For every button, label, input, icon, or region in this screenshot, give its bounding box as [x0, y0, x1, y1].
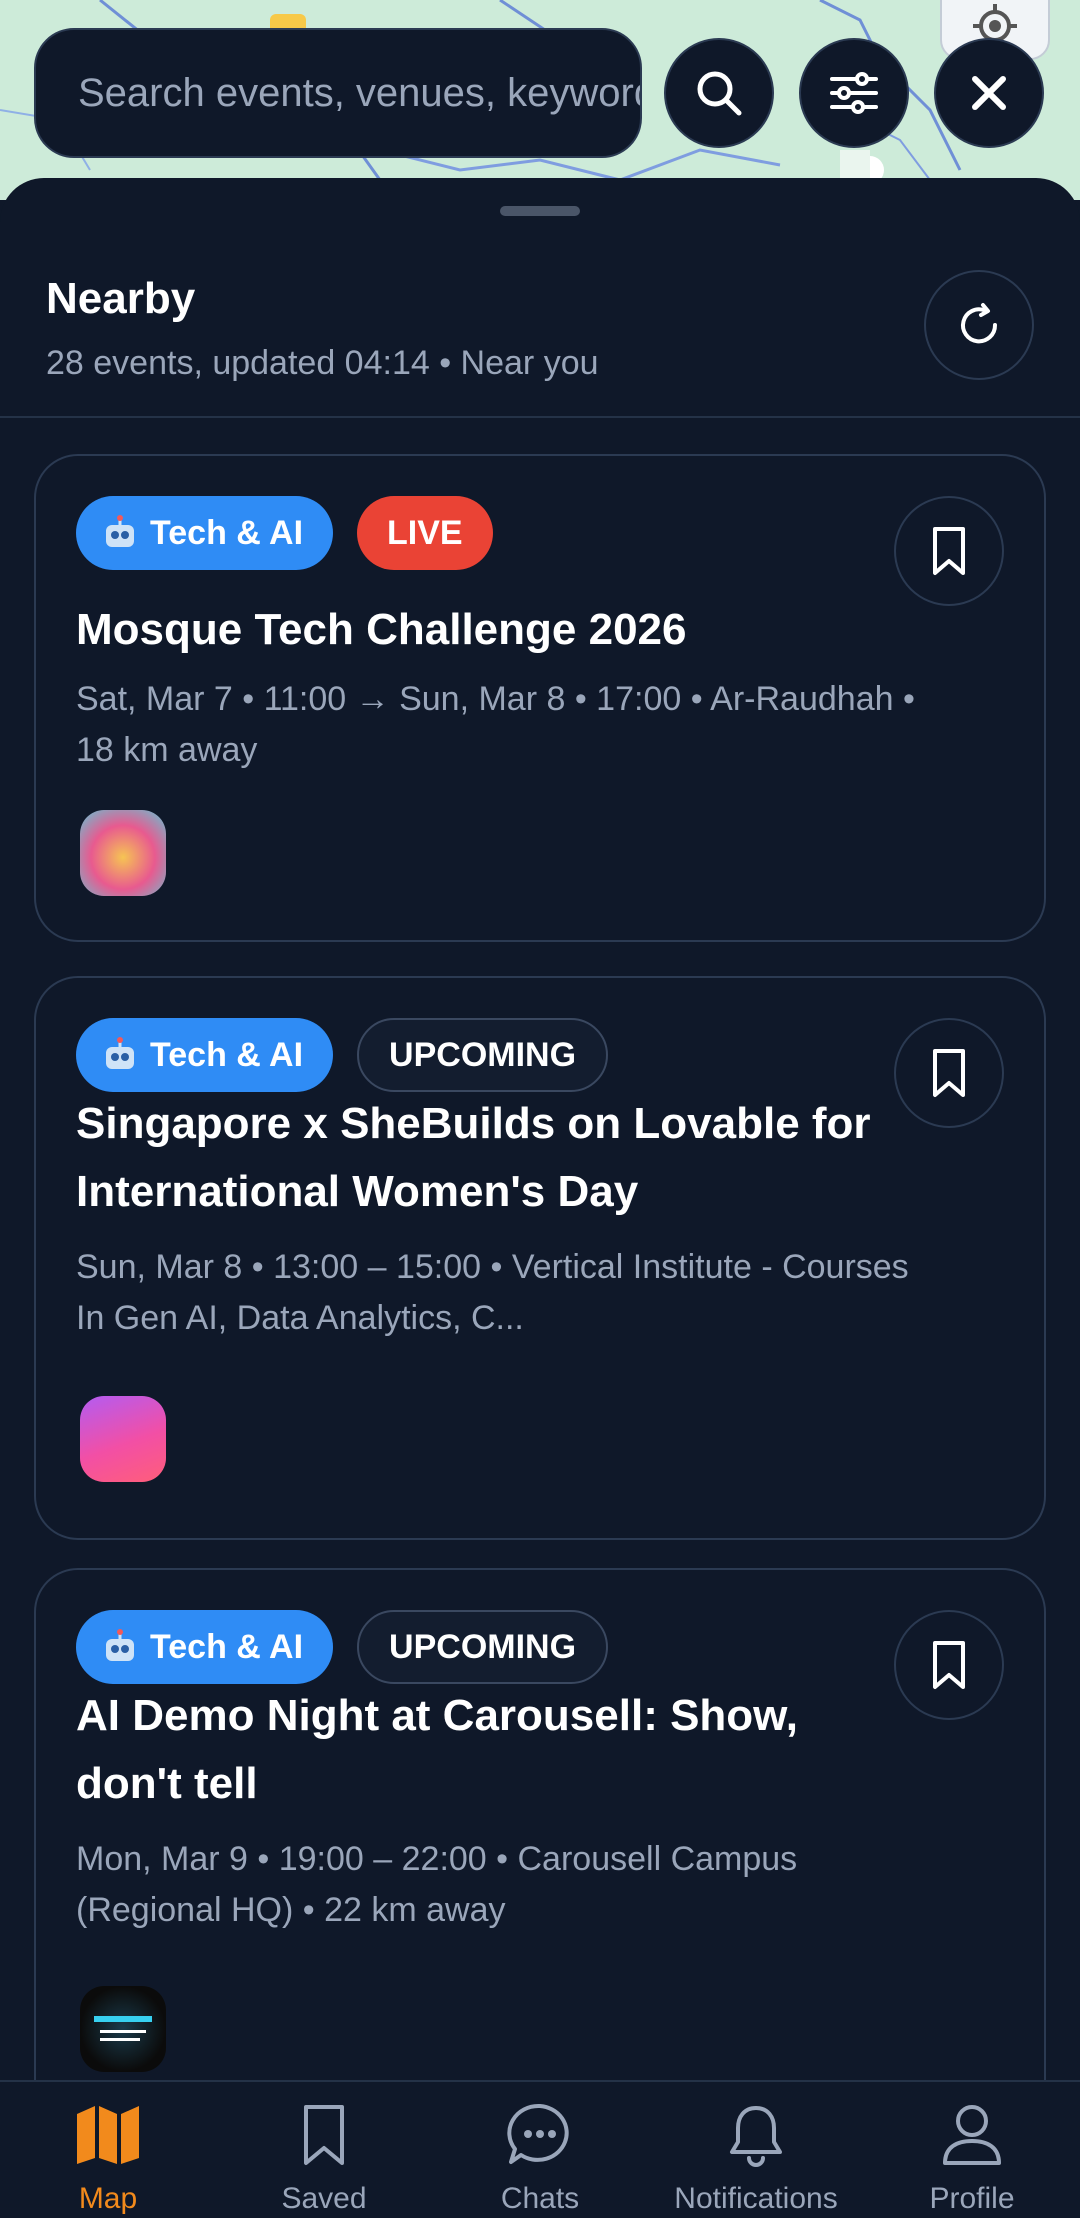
event-meta: Sat, Mar 7 • 11:00 → Sun, Mar 8 • 17:00 … [76, 680, 915, 769]
bell-icon [730, 2106, 782, 2167]
sheet-drag-handle[interactable] [500, 206, 580, 216]
filter-button[interactable] [799, 38, 909, 148]
page-title: Nearby [46, 274, 196, 323]
chat-icon [507, 2103, 569, 2164]
nav-item-chats[interactable]: Chats [432, 2082, 648, 2218]
category-chip: Tech & AI [76, 496, 334, 570]
bookmark-icon [304, 2105, 344, 2165]
event-thumbnail [80, 810, 166, 896]
nav-item-saved[interactable]: Saved [216, 2082, 432, 2218]
nav-label: Profile [929, 2182, 1015, 2215]
category-chip: Tech & AI [76, 1018, 334, 1092]
map-icon [77, 2106, 139, 2164]
nav-item-map[interactable]: Map [0, 2082, 216, 2218]
divider [0, 416, 1080, 418]
event-meta: Sun, Mar 8 • 13:00 – 15:00 • Vertical In… [76, 1248, 909, 1337]
close-button[interactable] [934, 38, 1044, 148]
bookmark-icon [933, 527, 965, 575]
event-card[interactable]: Tech & AI UPCOMING Singapore x SheBuilds… [34, 976, 1046, 1540]
event-meta: Mon, Mar 9 • 19:00 – 22:00 • Carousell C… [76, 1840, 798, 1929]
nav-item-profile[interactable]: Profile [864, 2082, 1080, 2218]
bookmark-button[interactable] [894, 1610, 1004, 1720]
category-label: Tech & AI [150, 1627, 304, 1666]
category-chip: Tech & AI [76, 1610, 334, 1684]
nav-label: Map [78, 2182, 138, 2215]
person-icon [943, 2105, 1001, 2165]
category-label: Tech & AI [150, 1035, 304, 1074]
bookmark-button[interactable] [894, 1018, 1004, 1128]
sliders-icon [830, 72, 878, 114]
search-button[interactable] [664, 38, 774, 148]
bookmark-button[interactable] [894, 496, 1004, 606]
category-label: Tech & AI [150, 513, 304, 552]
nav-label: Chats [500, 2182, 580, 2215]
events-summary: 28 events, updated 04:14 • Near you [46, 344, 599, 382]
nav-item-notifications[interactable]: Notifications [648, 2082, 864, 2218]
refresh-icon [961, 303, 998, 344]
nav-label: Notifications [674, 2182, 838, 2215]
close-icon [972, 76, 1006, 110]
nav-label: Saved [281, 2182, 367, 2215]
bookmark-icon [933, 1641, 965, 1689]
event-thumbnail [80, 1396, 166, 1482]
event-card[interactable]: Tech & AI LIVE Mosque Tech Challenge 202… [34, 454, 1046, 942]
robot-icon [106, 1037, 134, 1069]
status-badge: UPCOMING [357, 1610, 609, 1684]
refresh-button[interactable] [924, 270, 1034, 380]
search-input[interactable] [78, 70, 640, 116]
search-bar[interactable] [34, 28, 642, 158]
event-thumbnail [80, 1986, 166, 2072]
event-title[interactable]: Mosque Tech Challenge 2026 [76, 596, 896, 664]
status-badge: LIVE [357, 496, 493, 570]
bottom-nav: Map Saved Chats Notifications Profile [0, 2080, 1080, 2218]
search-icon [697, 71, 742, 116]
event-title[interactable]: Singapore x SheBuilds on Lovable for Int… [76, 1090, 896, 1226]
event-title[interactable]: AI Demo Night at Carousell: Show, don't … [76, 1682, 896, 1818]
events-sheet: Nearby 28 events, updated 04:14 • Near y… [0, 178, 1080, 2218]
robot-icon [106, 515, 134, 547]
demo-night-artwork [94, 2016, 152, 2041]
bookmark-icon [933, 1049, 965, 1097]
status-badge: UPCOMING [357, 1018, 609, 1092]
robot-icon [106, 1629, 134, 1661]
